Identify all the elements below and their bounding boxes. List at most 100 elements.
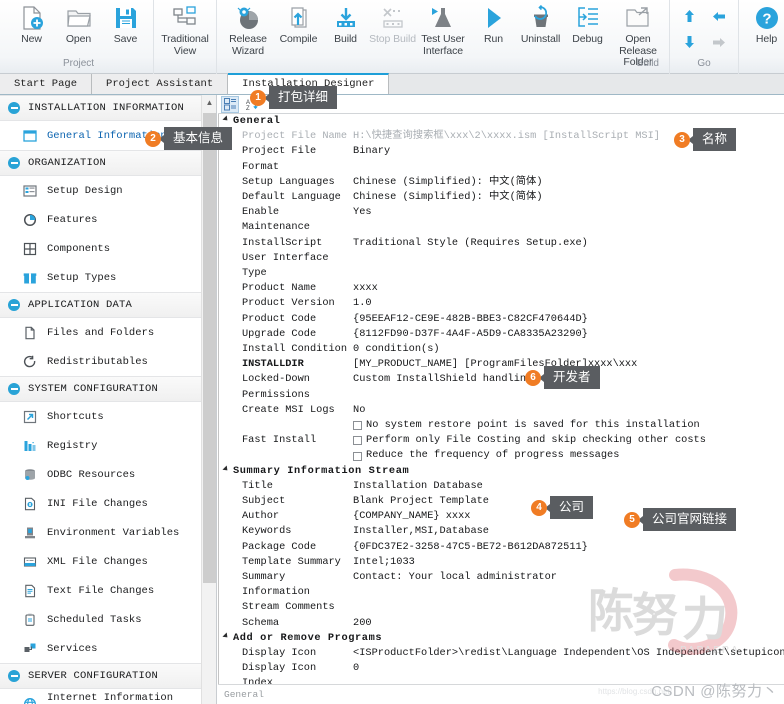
property-value[interactable]: Installer,MSI,Database xyxy=(347,524,784,539)
property-value-checkboxes[interactable]: No system restore point is saved for thi… xyxy=(347,418,784,464)
checkbox-unchecked-icon[interactable] xyxy=(353,436,363,446)
table-row[interactable]: Display Icon Index 0 xyxy=(218,661,784,684)
sidebar-item-ini-file-changes[interactable]: INI File Changes xyxy=(0,489,216,518)
open-button[interactable]: Open xyxy=(55,0,102,46)
run-button[interactable]: Run xyxy=(470,0,517,46)
property-value[interactable]: Custom InstallShield handling xyxy=(347,372,784,402)
property-value[interactable]: {COMPANY_NAME} xxxx xyxy=(347,509,784,524)
table-row[interactable]: Default Language Chinese (Simplified): 中… xyxy=(218,190,784,205)
new-button[interactable]: New xyxy=(8,0,55,46)
category-row-add-or-remove-programs[interactable]: Add or Remove Programs xyxy=(218,631,784,646)
categorized-sort-button[interactable] xyxy=(221,95,239,113)
table-row[interactable]: InstallScript User Interface Type Tradit… xyxy=(218,236,784,282)
table-row[interactable]: Project File Format Binary xyxy=(218,144,784,174)
traditional-view-button[interactable]: Traditional View xyxy=(158,0,212,57)
category-row-general[interactable]: General xyxy=(218,114,784,129)
sidebar-item-files-and-folders[interactable]: Files and Folders xyxy=(0,318,216,347)
build-button[interactable]: Build xyxy=(322,0,369,46)
nav-section-system-configuration[interactable]: SYSTEM CONFIGURATION xyxy=(0,376,216,402)
property-value[interactable]: H:\快捷查询搜索框\xxx\2\xxxx.ism [InstallScript… xyxy=(347,129,784,144)
property-value[interactable]: {8112FD90-D37F-4A4F-A5D9-CA8335A23290} xyxy=(347,327,784,342)
sidebar-item-setup-types[interactable]: Setup Types xyxy=(0,263,216,292)
table-row[interactable]: Product Name xxxx xyxy=(218,281,784,296)
property-value[interactable]: Intel;1033 xyxy=(347,555,784,570)
uninstall-button[interactable]: Uninstall xyxy=(517,0,564,46)
nav-section-application-data[interactable]: APPLICATION DATA xyxy=(0,292,216,318)
compile-button[interactable]: Compile xyxy=(275,0,322,46)
property-value[interactable]: Contact: Your local administrator xyxy=(347,570,784,616)
table-row[interactable]: Create MSI Logs No xyxy=(218,403,784,418)
go-up-button[interactable] xyxy=(676,5,702,27)
property-value[interactable]: <ISProductFolder>\redist\Language Indepe… xyxy=(347,646,784,661)
nav-section-server-configuration[interactable]: SERVER CONFIGURATION xyxy=(0,663,216,689)
property-value[interactable]: Chinese (Simplified): 中文(简体) xyxy=(347,190,784,205)
sidebar-item-scheduled-tasks[interactable]: Scheduled Tasks xyxy=(0,605,216,634)
table-row[interactable]: Summary Information Stream Comments Cont… xyxy=(218,570,784,616)
table-row[interactable]: Setup Languages Chinese (Simplified): 中文… xyxy=(218,175,784,190)
table-row[interactable]: Install Condition 0 condition(s) xyxy=(218,342,784,357)
table-row[interactable]: Product Code {95EEAF12-CE9E-482B-BBE3-C8… xyxy=(218,312,784,327)
sidebar-item-xml-file-changes[interactable]: XML File Changes xyxy=(0,547,216,576)
table-row[interactable]: Enable Maintenance Yes xyxy=(218,205,784,235)
sidebar-item-redistributables[interactable]: Redistributables xyxy=(0,347,216,376)
table-row[interactable]: Author {COMPANY_NAME} xxxx xyxy=(218,509,784,524)
stop-build-button[interactable]: Stop Build xyxy=(369,0,416,46)
tab-project-assistant[interactable]: Project Assistant xyxy=(92,74,229,94)
tab-installation-designer[interactable]: Installation Designer xyxy=(228,73,390,94)
property-value[interactable]: Blank Project Template xyxy=(347,494,784,509)
sidebar-scroll-thumb[interactable] xyxy=(203,113,216,583)
sidebar-scroll-up-button[interactable]: ▲ xyxy=(202,95,216,110)
table-row[interactable]: Subject Blank Project Template xyxy=(218,494,784,509)
sidebar-item-shortcuts[interactable]: Shortcuts xyxy=(0,402,216,431)
test-user-interface-button[interactable]: Test User Interface xyxy=(416,0,470,57)
table-row[interactable]: Locked-Down Permissions Custom InstallSh… xyxy=(218,372,784,402)
sidebar-item-registry[interactable]: Registry xyxy=(0,431,216,460)
fast-install-option[interactable]: Perform only File Costing and skip check… xyxy=(353,433,784,448)
checkbox-unchecked-icon[interactable] xyxy=(353,421,363,431)
release-wizard-button[interactable]: Release Wizard xyxy=(221,0,275,57)
sidebar-item-general-information[interactable]: General Information xyxy=(0,121,216,150)
sidebar-item-text-file-changes[interactable]: Text File Changes xyxy=(0,576,216,605)
property-value[interactable]: Binary xyxy=(347,144,784,174)
debug-button[interactable]: Debug xyxy=(564,0,611,46)
property-value[interactable]: Chinese (Simplified): 中文(简体) xyxy=(347,175,784,190)
property-value[interactable]: 1.0 xyxy=(347,296,784,311)
go-down-button[interactable] xyxy=(676,31,702,53)
property-value[interactable]: Yes xyxy=(347,205,784,235)
go-forward-button[interactable] xyxy=(706,31,732,53)
property-value[interactable]: Installation Database xyxy=(347,479,784,494)
sidebar-item-setup-design[interactable]: Setup Design xyxy=(0,176,216,205)
sidebar-item-services[interactable]: Services xyxy=(0,634,216,663)
table-row[interactable]: Upgrade Code {8112FD90-D37F-4A4F-A5D9-CA… xyxy=(218,327,784,342)
table-row[interactable]: Display Icon <ISProductFolder>\redist\La… xyxy=(218,646,784,661)
sidebar-item-odbc-resources[interactable]: ODBC Resources xyxy=(0,460,216,489)
save-button[interactable]: Save xyxy=(102,0,149,46)
property-value[interactable]: [MY_PRODUCT_NAME] [ProgramFilesFolder]xx… xyxy=(347,357,784,372)
nav-section-organization[interactable]: ORGANIZATION xyxy=(0,150,216,176)
property-grid-scroll-area[interactable]: General Project File Name H:\快捷查询搜索框\xxx… xyxy=(218,114,784,684)
tab-start-page[interactable]: Start Page xyxy=(0,74,93,94)
category-row-summary-information-stream[interactable]: Summary Information Stream xyxy=(218,464,784,479)
sidebar-item-features[interactable]: Features xyxy=(0,205,216,234)
property-value[interactable]: Traditional Style (Requires Setup.exe) xyxy=(347,236,784,282)
table-row[interactable]: Schema 200 xyxy=(218,616,784,631)
property-value[interactable]: xxxx xyxy=(347,281,784,296)
alphabetical-sort-button[interactable]: A Z xyxy=(243,96,261,113)
table-row[interactable]: INSTALLDIR [MY_PRODUCT_NAME] [ProgramFil… xyxy=(218,357,784,372)
nav-section-installation-information[interactable]: INSTALLATION INFORMATION xyxy=(0,95,216,121)
table-row[interactable]: Project File Name H:\快捷查询搜索框\xxx\2\xxxx.… xyxy=(218,129,784,144)
help-button[interactable]: ? Help xyxy=(743,0,784,46)
table-row[interactable]: Keywords Installer,MSI,Database xyxy=(218,524,784,539)
table-row[interactable]: Template Summary Intel;1033 xyxy=(218,555,784,570)
table-row-fast-install[interactable]: Fast Install No system restore point is … xyxy=(218,418,784,464)
sidebar-item-environment-variables[interactable]: Environment Variables xyxy=(0,518,216,547)
table-row[interactable]: Package Code {0FDC37E2-3258-47C5-BE72-B6… xyxy=(218,540,784,555)
property-value[interactable]: 200 xyxy=(347,616,784,631)
table-row[interactable]: Title Installation Database xyxy=(218,479,784,494)
property-value[interactable]: {0FDC37E2-3258-47C5-BE72-B612DA872511} xyxy=(347,540,784,555)
go-back-button[interactable] xyxy=(706,5,732,27)
sidebar-item-components[interactable]: Components xyxy=(0,234,216,263)
sidebar-item-internet-information-services[interactable]: Internet Information Services xyxy=(0,689,216,704)
fast-install-option[interactable]: No system restore point is saved for thi… xyxy=(353,418,784,433)
property-value[interactable]: {95EEAF12-CE9E-482B-BBE3-C82CF470644D} xyxy=(347,312,784,327)
